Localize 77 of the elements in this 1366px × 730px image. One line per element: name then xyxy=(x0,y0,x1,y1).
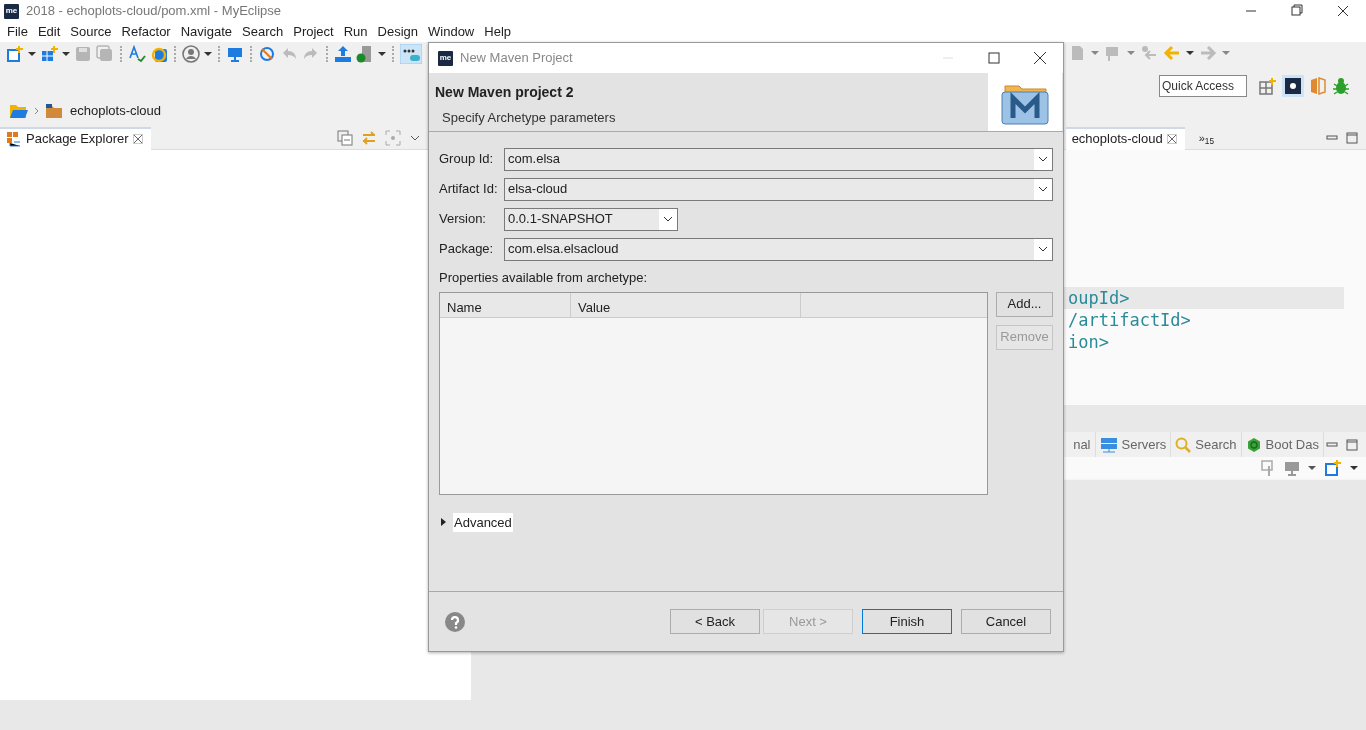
wizard-subheading: Specify Archetype parameters xyxy=(442,108,616,127)
user-icon[interactable] xyxy=(182,45,200,63)
caret-icon[interactable] xyxy=(1350,464,1358,472)
menu-item[interactable]: File xyxy=(4,22,35,42)
menu-item[interactable]: Design xyxy=(374,22,425,42)
field-label: Package: xyxy=(439,240,495,259)
caret-icon[interactable] xyxy=(28,50,36,58)
power-icon xyxy=(1245,436,1262,453)
app-logo: me xyxy=(438,50,453,66)
server-icon xyxy=(1099,436,1118,453)
menu-item[interactable]: Refactor xyxy=(118,22,178,42)
field-label: Artifact Id: xyxy=(439,180,499,199)
collapse-all-icon[interactable] xyxy=(337,130,353,146)
server-icon[interactable] xyxy=(356,45,374,63)
menu-item[interactable]: Window xyxy=(425,22,482,42)
maximize-icon[interactable] xyxy=(1346,132,1358,144)
new-window-icon[interactable] xyxy=(6,45,24,63)
menu-item[interactable]: Navigate xyxy=(177,22,239,42)
field-label: Group Id: xyxy=(439,150,495,169)
maximize-icon[interactable] xyxy=(1346,438,1358,451)
package-icon xyxy=(6,131,22,147)
chevron-icon xyxy=(34,106,40,115)
bug-icon[interactable] xyxy=(1332,77,1350,95)
app-logo-icon[interactable] xyxy=(1282,75,1304,97)
close-icon[interactable] xyxy=(132,134,143,144)
code-line: oupId> xyxy=(1068,288,1130,308)
properties-label: Properties available from archetype: xyxy=(439,269,649,287)
code-line: ion> xyxy=(1068,332,1109,352)
search-icon xyxy=(1175,436,1192,453)
open-perspective-icon[interactable] xyxy=(1258,77,1276,95)
caret-icon[interactable] xyxy=(1186,49,1194,57)
monitor-icon[interactable] xyxy=(1284,460,1300,476)
expand-icon[interactable] xyxy=(439,517,447,528)
menu-item[interactable]: Run xyxy=(340,22,375,42)
tab-label: Package Explorer xyxy=(26,130,129,149)
back-button[interactable]: < Back xyxy=(670,609,760,634)
finish-button[interactable]: Finish xyxy=(862,609,952,634)
caret-icon[interactable] xyxy=(204,50,212,58)
menu-item[interactable]: Help xyxy=(481,22,518,42)
pin-icon[interactable] xyxy=(1260,460,1276,476)
new-window-icon[interactable] xyxy=(1324,459,1342,477)
caret-icon[interactable] xyxy=(378,50,386,58)
menu-item[interactable]: Edit xyxy=(34,22,68,42)
app-logo: me xyxy=(4,3,19,19)
add-button[interactable]: Add... xyxy=(996,291,1053,317)
caret-icon[interactable] xyxy=(62,50,70,58)
folder-icon xyxy=(9,102,29,119)
monitor-icon[interactable] xyxy=(226,45,244,63)
cancel-button[interactable]: Cancel xyxy=(961,609,1051,634)
spellcheck-icon[interactable] xyxy=(128,45,146,63)
wizard-heading: New Maven project 2 xyxy=(435,84,575,101)
window-title: 2018 - echoplots-cloud/pom.xml - MyEclipse xyxy=(26,2,282,21)
overflow-tabs-indicator[interactable]: »$_{15}$ xyxy=(1198,129,1214,147)
new-table-icon[interactable] xyxy=(40,45,58,63)
package-explorer-tab[interactable]: Package Explorer xyxy=(0,126,151,150)
help-icon[interactable] xyxy=(445,611,465,632)
link-editor-icon[interactable] xyxy=(361,130,377,146)
code-line: /artifactId> xyxy=(1068,310,1191,330)
menu-item[interactable]: Search xyxy=(239,22,291,42)
advanced-toggle[interactable]: Advanced xyxy=(453,512,513,532)
column-header[interactable]: Name xyxy=(440,292,571,317)
caret-icon[interactable] xyxy=(1308,464,1316,472)
toggle-icon[interactable] xyxy=(400,44,422,64)
upload-icon[interactable] xyxy=(334,45,352,63)
column-header[interactable]: Value xyxy=(571,292,801,317)
dialog-title: New Maven Project xyxy=(460,49,573,68)
menu-item[interactable]: Source xyxy=(67,22,119,42)
editor-tab[interactable]: echoplots-cloud xyxy=(1065,126,1185,150)
close-icon[interactable] xyxy=(1166,134,1177,144)
project-folder-icon xyxy=(45,102,65,119)
menu-item[interactable]: Project xyxy=(290,22,341,42)
tab-label: echoplots-cloud xyxy=(1071,130,1163,149)
no-sign-icon[interactable] xyxy=(258,45,276,63)
field-label: Version: xyxy=(439,210,487,229)
quick-access-field[interactable]: Quick Access xyxy=(1159,75,1247,97)
split-icon[interactable] xyxy=(1310,77,1326,95)
breadcrumb-item[interactable]: echoplots-cloud xyxy=(70,101,162,121)
